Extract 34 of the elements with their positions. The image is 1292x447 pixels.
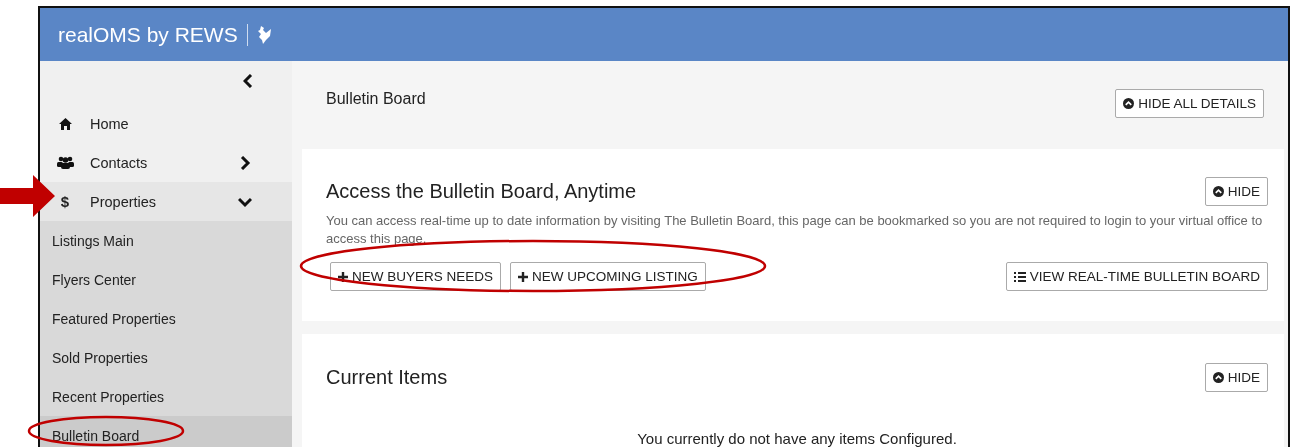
hide-button[interactable]: HIDE (1204, 363, 1268, 392)
submenu-item[interactable]: Recent Properties (40, 377, 292, 416)
users-icon (56, 156, 74, 169)
dollar-icon: $ (60, 193, 70, 210)
card-title: Access the Bulletin Board, Anytime (326, 180, 637, 203)
new-item-button[interactable]: NEW BUYERS NEEDS (330, 262, 502, 291)
description-text: You can access real-time up to date information by visiting The Bulletin Board, this page can be bookmarked so you are not required to login to your virtual office to access this page. (326, 212, 1264, 248)
submenu-item[interactable]: Featured Properties (40, 299, 292, 338)
plus-icon (338, 271, 348, 282)
plus-icon (518, 271, 529, 282)
view-bulletin-board-button[interactable]: VIEW REAL-TIME BULLETIN BOARD (1005, 262, 1268, 291)
submenu-item[interactable]: Listings Main (40, 221, 292, 260)
page-title: Bulletin Board (326, 89, 426, 108)
submenu-item[interactable]: Bulletin Board (40, 416, 292, 447)
app-title: realOMS by REWS (58, 22, 238, 47)
collapse-circle-icon (1212, 372, 1224, 383)
rooster-icon (256, 24, 273, 45)
home-icon (58, 117, 72, 130)
hide-all-details-button[interactable]: HIDE ALL DETAILS (1115, 89, 1264, 118)
nav-item[interactable]: Home (40, 104, 292, 143)
new-item-button[interactable]: NEW UPCOMING LISTING (510, 262, 706, 291)
chevron-right-icon (238, 155, 252, 170)
hide-button[interactable]: HIDE (1204, 177, 1268, 206)
empty-message: You currently do not have any items Configured. (636, 430, 958, 447)
submenu-item[interactable]: Sold Properties (40, 338, 292, 377)
collapse-circle-icon (1123, 98, 1135, 109)
collapse-circle-icon (1212, 186, 1224, 197)
list-icon (1013, 271, 1026, 282)
nav-item[interactable]: $ Properties (40, 182, 292, 221)
nav-item[interactable]: Contacts (40, 143, 292, 182)
annotation-arrow (0, 175, 56, 217)
card-title: Current Items (326, 366, 448, 389)
chevron-left-icon[interactable] (243, 73, 253, 88)
submenu-item[interactable]: Flyers Center (40, 260, 292, 299)
